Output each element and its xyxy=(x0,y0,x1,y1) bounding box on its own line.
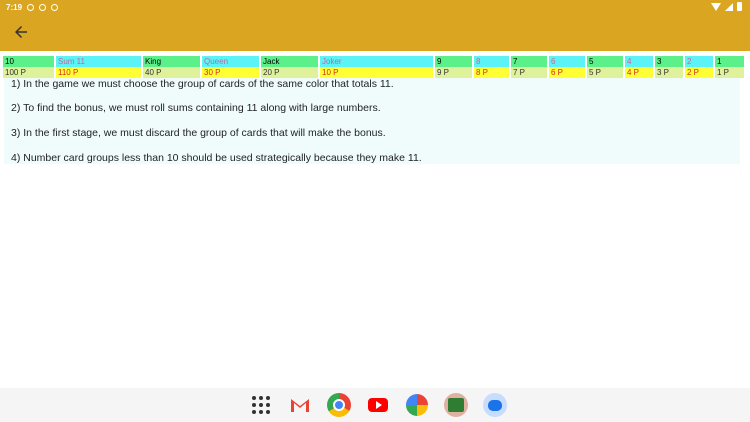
points-cell: 110 P xyxy=(56,67,141,78)
points-cell: 30 P xyxy=(202,67,259,78)
app-bar xyxy=(0,14,750,51)
card-header-cell: 4 xyxy=(625,56,653,67)
battery-icon xyxy=(737,2,742,11)
card-header-cell: King xyxy=(143,56,200,67)
points-cell: 6 P xyxy=(549,67,585,78)
points-cell: 4 P xyxy=(625,67,653,78)
points-cell: 2 P xyxy=(685,67,713,78)
card-header-cell: 3 xyxy=(655,56,683,67)
card-header-cell: 10 xyxy=(3,56,54,67)
card-header-cell: Jack xyxy=(261,56,318,67)
rule-1: 1) In the game we must choose the group … xyxy=(11,78,394,90)
card-header-cell: 8 xyxy=(474,56,509,67)
points-cell: 40 P xyxy=(143,67,200,78)
points-cell: 7 P xyxy=(511,67,547,78)
card-header-cell: 9 xyxy=(435,56,472,67)
points-cell: 20 P xyxy=(261,67,318,78)
card-header-cell: Sum 11 xyxy=(56,56,141,67)
rule-2: 2) To find the bonus, we must roll sums … xyxy=(11,102,381,114)
points-cell: 9 P xyxy=(435,67,472,78)
youtube-icon[interactable] xyxy=(365,392,391,418)
rule-3: 3) In the first stage, we must discard t… xyxy=(11,127,386,139)
chrome-icon[interactable] xyxy=(326,392,352,418)
messages-icon[interactable] xyxy=(482,392,508,418)
status-time: 7:19 xyxy=(6,2,23,12)
points-cell: 10 P xyxy=(320,67,433,78)
rules-panel: 1) In the game we must choose the group … xyxy=(4,78,740,164)
notification-icon-2 xyxy=(51,3,59,11)
card-header-row: 10 Sum 11 King Queen Jack Joker 9 8 7 6 5 4 3 2 1 xyxy=(3,56,746,67)
points-cell: 8 P xyxy=(474,67,509,78)
app-11-icon[interactable] xyxy=(443,392,469,418)
navigation-dock xyxy=(0,388,750,422)
signal-icon xyxy=(725,2,733,11)
wifi-icon xyxy=(711,2,721,11)
points-row: 100 P 110 P 40 P 30 P 20 P 10 P9 P8 P7 P6 P5 … xyxy=(3,67,746,78)
back-arrow-icon[interactable] xyxy=(12,23,30,41)
sd-card-icon xyxy=(39,3,47,11)
card-header-cell: 2 xyxy=(685,56,713,67)
apps-grid-icon[interactable] xyxy=(248,392,274,418)
notification-icon xyxy=(27,3,35,11)
points-cell: 1 P xyxy=(715,67,744,78)
card-header-cell: Queen xyxy=(202,56,259,67)
rule-4: 4) Number card groups less than 10 shoul… xyxy=(11,152,422,164)
card-header-cell: 5 xyxy=(587,56,623,67)
card-header-cell: 7 xyxy=(511,56,547,67)
card-header-cell: Joker xyxy=(320,56,433,67)
card-header-cell: 1 xyxy=(715,56,744,67)
points-cell: 3 P xyxy=(655,67,683,78)
points-cell: 5 P xyxy=(587,67,623,78)
points-cell: 100 P xyxy=(3,67,54,78)
photos-icon[interactable] xyxy=(404,392,430,418)
status-bar: 7:19 xyxy=(0,0,750,14)
score-table: 10 Sum 11 King Queen Jack Joker 9 8 7 6 5 4 3 2 1 100 … xyxy=(3,56,746,78)
card-header-cell: 6 xyxy=(549,56,585,67)
gmail-icon[interactable] xyxy=(287,392,313,418)
